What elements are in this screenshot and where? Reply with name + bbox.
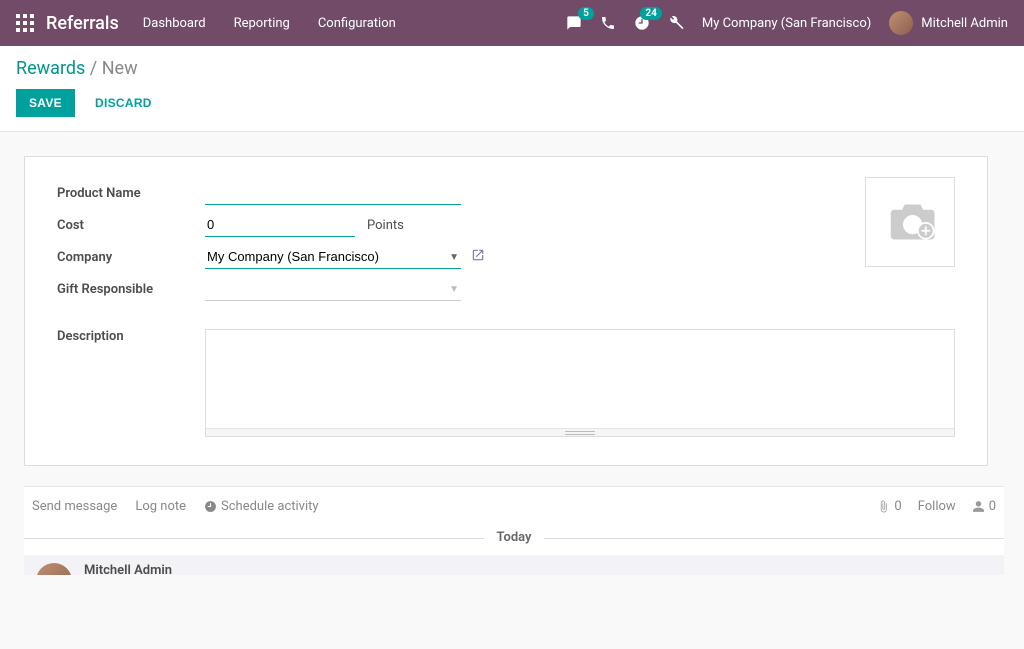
form-sheet: Product Name Cost Points Company ▼ — [24, 156, 988, 466]
cost-unit-label: Points — [367, 218, 404, 233]
control-panel: Rewards / New SAVE DISCARD — [0, 46, 1024, 132]
cost-input[interactable] — [205, 213, 355, 237]
followers-button[interactable]: 0 — [972, 499, 996, 514]
form-scroll-area[interactable]: Product Name Cost Points Company ▼ — [0, 132, 1024, 575]
schedule-activity-button[interactable]: Schedule activity — [204, 499, 319, 514]
attachments-button[interactable]: 0 — [877, 499, 901, 514]
nav-menu: Dashboard Reporting Configuration — [143, 16, 396, 31]
company-select[interactable] — [205, 245, 461, 269]
external-link-icon[interactable] — [471, 248, 485, 266]
image-upload[interactable] — [865, 177, 955, 267]
log-note-button[interactable]: Log note — [135, 499, 186, 514]
top-navbar: Referrals Dashboard Reporting Configurat… — [0, 0, 1024, 46]
nav-item-reporting[interactable]: Reporting — [234, 16, 290, 31]
navbar-right: 5 24 My Company (San Francisco) Mitchell… — [566, 11, 1008, 35]
send-message-button[interactable]: Send message — [32, 499, 117, 514]
resize-handle[interactable] — [206, 428, 954, 436]
gift-responsible-label: Gift Responsible — [57, 282, 205, 297]
gift-responsible-select[interactable] — [205, 277, 461, 301]
user-avatar — [889, 11, 913, 35]
breadcrumb-separator: / — [90, 58, 102, 79]
chatter: Send message Log note Schedule activity … — [24, 486, 1004, 575]
save-button[interactable]: SAVE — [16, 89, 75, 117]
chatter-topbar: Send message Log note Schedule activity … — [24, 499, 1004, 530]
phone-icon[interactable] — [600, 15, 616, 31]
discard-button[interactable]: DISCARD — [83, 89, 164, 117]
company-label: Company — [57, 250, 205, 265]
user-icon — [972, 500, 985, 513]
description-textarea[interactable] — [206, 330, 954, 430]
app-brand[interactable]: Referrals — [46, 13, 119, 34]
activities-icon[interactable]: 24 — [634, 15, 650, 31]
chatter-message: Mitchell Admin Creating a new record... — [24, 555, 1004, 575]
product-name-input[interactable] — [205, 181, 461, 205]
breadcrumb-current: New — [102, 58, 138, 79]
day-separator: Today — [24, 530, 1004, 545]
activities-badge: 24 — [640, 7, 661, 20]
clock-icon — [204, 500, 217, 513]
debug-icon[interactable] — [668, 15, 684, 31]
paperclip-icon — [877, 500, 890, 513]
apps-icon[interactable] — [16, 14, 34, 32]
description-box — [205, 329, 955, 437]
nav-item-configuration[interactable]: Configuration — [318, 16, 396, 31]
cost-label: Cost — [57, 218, 205, 233]
messages-icon[interactable]: 5 — [566, 15, 582, 31]
breadcrumb-parent[interactable]: Rewards — [16, 58, 85, 79]
user-menu[interactable]: Mitchell Admin — [889, 11, 1008, 35]
messages-badge: 5 — [578, 7, 594, 20]
message-avatar — [36, 563, 72, 575]
description-label: Description — [57, 329, 205, 437]
action-buttons: SAVE DISCARD — [16, 89, 1008, 117]
camera-plus-icon — [882, 200, 938, 244]
product-name-label: Product Name — [57, 186, 205, 201]
nav-item-dashboard[interactable]: Dashboard — [143, 16, 206, 31]
message-author: Mitchell Admin — [84, 563, 221, 575]
follow-button[interactable]: Follow — [918, 499, 956, 514]
breadcrumb: Rewards / New — [16, 58, 1008, 79]
user-name: Mitchell Admin — [921, 16, 1008, 31]
company-switcher[interactable]: My Company (San Francisco) — [702, 16, 871, 31]
